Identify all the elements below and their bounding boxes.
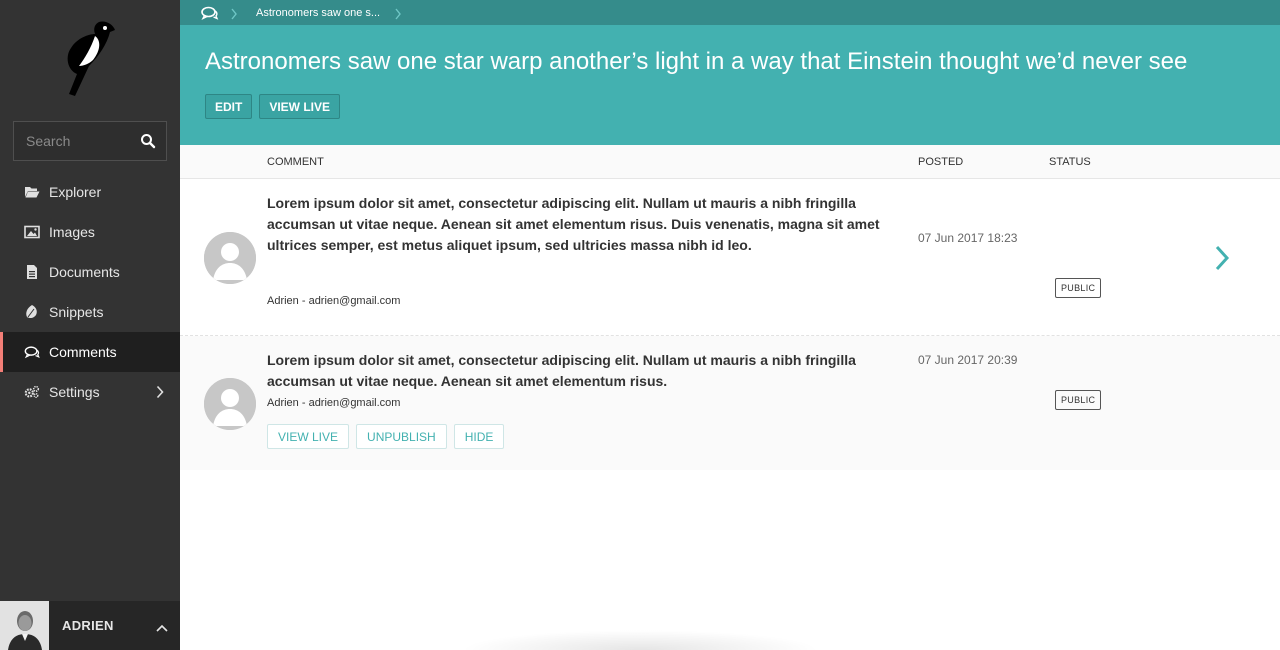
sidebar: Explorer Images Documents Snippets Comme… <box>0 0 180 650</box>
menu-item-documents[interactable]: Documents <box>0 252 180 292</box>
breadcrumb-current[interactable]: Astronomers saw one s... <box>256 7 380 19</box>
breadcrumb: Astronomers saw one s... <box>180 0 1280 25</box>
page-title: Astronomers saw one star warp another’s … <box>205 48 1188 75</box>
comment-author: Adrien - adrien@gmail.com <box>267 295 401 307</box>
menu-item-label: Comments <box>49 344 117 360</box>
menu-item-label: Settings <box>49 384 100 400</box>
account-name: ADRIEN <box>62 618 114 633</box>
breadcrumb-separator-icon <box>394 7 402 19</box>
page-header: Astronomers saw one s... Astronomers saw… <box>180 0 1280 145</box>
search-icon[interactable] <box>140 133 156 149</box>
chevron-right-icon[interactable] <box>1214 244 1230 272</box>
comment-text: Lorem ipsum dolor sit amet, consectetur … <box>267 352 856 389</box>
comment-author: Adrien - adrien@gmail.com <box>267 397 401 409</box>
menu-item-label: Explorer <box>49 184 102 200</box>
table-header: COMMENT POSTED STATUS <box>180 145 1280 179</box>
table-row[interactable]: Lorem ipsum dolor sit amet, consectetur … <box>180 336 1280 470</box>
menu-item-label: Documents <box>49 264 120 280</box>
comments-icon <box>24 344 40 360</box>
menu-item-explorer[interactable]: Explorer <box>0 172 180 212</box>
unpublish-button[interactable]: UNPUBLISH <box>356 424 447 449</box>
status-badge: PUBLIC <box>1055 278 1102 298</box>
view-live-button[interactable]: VIEW LIVE <box>259 94 341 119</box>
hide-button[interactable]: HIDE <box>453 424 505 449</box>
cogs-icon <box>24 384 40 400</box>
view-live-button[interactable]: VIEW LIVE <box>267 424 350 449</box>
user-avatar <box>0 601 49 650</box>
image-icon <box>24 224 40 240</box>
search-box <box>13 121 167 161</box>
menu-item-label: Images <box>49 224 95 240</box>
column-posted[interactable]: POSTED <box>918 156 963 168</box>
comment-date: 07 Jun 2017 20:39 <box>918 353 1018 367</box>
wagtail-logo[interactable] <box>55 18 119 98</box>
menu-item-settings[interactable]: Settings <box>0 372 180 412</box>
menu-item-label: Snippets <box>49 304 104 320</box>
comment-text: Lorem ipsum dolor sit amet, consectetur … <box>267 195 880 253</box>
menu-item-snippets[interactable]: Snippets <box>0 292 180 332</box>
chevron-up-icon[interactable] <box>156 620 168 632</box>
comments-home-icon[interactable] <box>200 5 220 21</box>
commenter-avatar <box>204 232 256 284</box>
comment-date: 07 Jun 2017 18:23 <box>918 231 1018 245</box>
document-icon <box>24 264 40 280</box>
edit-button[interactable]: EDIT <box>205 94 253 119</box>
footer-shadow <box>460 630 820 650</box>
column-comment[interactable]: COMMENT <box>267 156 324 168</box>
status-badge: PUBLIC <box>1055 390 1102 410</box>
comments-table: COMMENT POSTED STATUS Lorem ipsum dolor … <box>180 145 1280 470</box>
search-input[interactable] <box>14 122 134 160</box>
main-menu: Explorer Images Documents Snippets Comme… <box>0 172 180 412</box>
header-actions: EDIT VIEW LIVE <box>205 94 341 119</box>
chevron-right-icon <box>156 385 164 399</box>
menu-item-images[interactable]: Images <box>0 212 180 252</box>
account-menu[interactable]: ADRIEN <box>0 601 180 650</box>
snippet-icon <box>24 304 40 320</box>
comment-actions: VIEW LIVE UNPUBLISH HIDE <box>267 424 505 449</box>
table-row[interactable]: Lorem ipsum dolor sit amet, consectetur … <box>180 179 1280 336</box>
commenter-avatar <box>204 378 256 430</box>
folder-open-icon <box>24 184 40 200</box>
menu-item-comments[interactable]: Comments <box>0 332 180 372</box>
column-status[interactable]: STATUS <box>1049 156 1091 168</box>
breadcrumb-separator-icon <box>230 7 238 19</box>
